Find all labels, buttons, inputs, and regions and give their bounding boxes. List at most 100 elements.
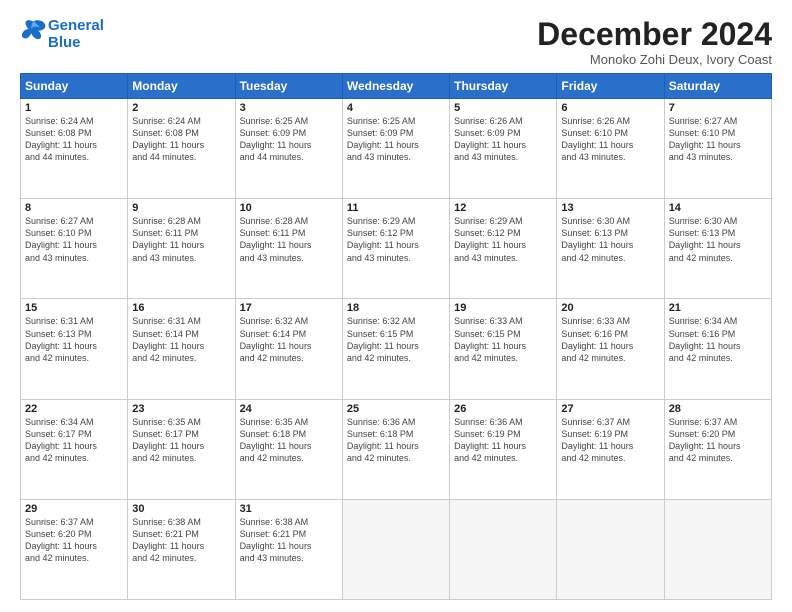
day-info: Sunrise: 6:25 AMSunset: 6:09 PMDaylight:… [347,115,445,164]
calendar-cell: 23Sunrise: 6:35 AMSunset: 6:17 PMDayligh… [128,399,235,499]
day-number: 3 [240,102,338,114]
day-number: 25 [347,403,445,415]
calendar-cell: 27Sunrise: 6:37 AMSunset: 6:19 PMDayligh… [557,399,664,499]
day-info: Sunrise: 6:33 AMSunset: 6:15 PMDaylight:… [454,315,552,364]
calendar-cell: 22Sunrise: 6:34 AMSunset: 6:17 PMDayligh… [21,399,128,499]
day-info: Sunrise: 6:35 AMSunset: 6:17 PMDaylight:… [132,416,230,465]
calendar: SundayMondayTuesdayWednesdayThursdayFrid… [20,73,772,600]
day-number: 15 [25,302,123,314]
day-of-week-wednesday: Wednesday [342,74,449,99]
calendar-cell [342,499,449,599]
calendar-week-2: 8Sunrise: 6:27 AMSunset: 6:10 PMDaylight… [21,199,772,299]
calendar-cell: 3Sunrise: 6:25 AMSunset: 6:09 PMDaylight… [235,99,342,199]
day-info: Sunrise: 6:24 AMSunset: 6:08 PMDaylight:… [132,115,230,164]
day-number: 6 [561,102,659,114]
calendar-cell: 14Sunrise: 6:30 AMSunset: 6:13 PMDayligh… [664,199,771,299]
calendar-cell: 18Sunrise: 6:32 AMSunset: 6:15 PMDayligh… [342,299,449,399]
calendar-cell [664,499,771,599]
day-info: Sunrise: 6:28 AMSunset: 6:11 PMDaylight:… [132,215,230,264]
day-info: Sunrise: 6:33 AMSunset: 6:16 PMDaylight:… [561,315,659,364]
day-number: 23 [132,403,230,415]
calendar-cell: 17Sunrise: 6:32 AMSunset: 6:14 PMDayligh… [235,299,342,399]
logo-text: GeneralBlue [48,18,104,51]
calendar-cell: 9Sunrise: 6:28 AMSunset: 6:11 PMDaylight… [128,199,235,299]
calendar-cell: 24Sunrise: 6:35 AMSunset: 6:18 PMDayligh… [235,399,342,499]
calendar-cell: 5Sunrise: 6:26 AMSunset: 6:09 PMDaylight… [450,99,557,199]
calendar-cell: 31Sunrise: 6:38 AMSunset: 6:21 PMDayligh… [235,499,342,599]
calendar-cell [450,499,557,599]
calendar-cell: 30Sunrise: 6:38 AMSunset: 6:21 PMDayligh… [128,499,235,599]
calendar-cell: 25Sunrise: 6:36 AMSunset: 6:18 PMDayligh… [342,399,449,499]
page: GeneralBlue December 2024 Monoko Zohi De… [0,0,792,612]
day-number: 21 [669,302,767,314]
day-number: 29 [25,503,123,515]
calendar-cell: 19Sunrise: 6:33 AMSunset: 6:15 PMDayligh… [450,299,557,399]
day-info: Sunrise: 6:26 AMSunset: 6:09 PMDaylight:… [454,115,552,164]
day-of-week-sunday: Sunday [21,74,128,99]
day-of-week-thursday: Thursday [450,74,557,99]
day-info: Sunrise: 6:37 AMSunset: 6:20 PMDaylight:… [669,416,767,465]
day-of-week-saturday: Saturday [664,74,771,99]
day-info: Sunrise: 6:38 AMSunset: 6:21 PMDaylight:… [240,516,338,565]
day-info: Sunrise: 6:26 AMSunset: 6:10 PMDaylight:… [561,115,659,164]
calendar-week-4: 22Sunrise: 6:34 AMSunset: 6:17 PMDayligh… [21,399,772,499]
calendar-cell: 11Sunrise: 6:29 AMSunset: 6:12 PMDayligh… [342,199,449,299]
day-number: 26 [454,403,552,415]
calendar-cell: 1Sunrise: 6:24 AMSunset: 6:08 PMDaylight… [21,99,128,199]
day-info: Sunrise: 6:25 AMSunset: 6:09 PMDaylight:… [240,115,338,164]
day-info: Sunrise: 6:34 AMSunset: 6:17 PMDaylight:… [25,416,123,465]
calendar-cell: 15Sunrise: 6:31 AMSunset: 6:13 PMDayligh… [21,299,128,399]
day-number: 9 [132,202,230,214]
day-info: Sunrise: 6:30 AMSunset: 6:13 PMDaylight:… [561,215,659,264]
calendar-cell: 20Sunrise: 6:33 AMSunset: 6:16 PMDayligh… [557,299,664,399]
day-info: Sunrise: 6:31 AMSunset: 6:13 PMDaylight:… [25,315,123,364]
day-number: 18 [347,302,445,314]
day-info: Sunrise: 6:24 AMSunset: 6:08 PMDaylight:… [25,115,123,164]
month-title: December 2024 [537,18,772,50]
day-info: Sunrise: 6:36 AMSunset: 6:19 PMDaylight:… [454,416,552,465]
calendar-cell: 28Sunrise: 6:37 AMSunset: 6:20 PMDayligh… [664,399,771,499]
calendar-cell: 10Sunrise: 6:28 AMSunset: 6:11 PMDayligh… [235,199,342,299]
day-number: 7 [669,102,767,114]
calendar-cell: 6Sunrise: 6:26 AMSunset: 6:10 PMDaylight… [557,99,664,199]
day-info: Sunrise: 6:35 AMSunset: 6:18 PMDaylight:… [240,416,338,465]
day-number: 16 [132,302,230,314]
day-number: 17 [240,302,338,314]
day-number: 11 [347,202,445,214]
day-of-week-friday: Friday [557,74,664,99]
day-info: Sunrise: 6:27 AMSunset: 6:10 PMDaylight:… [25,215,123,264]
day-number: 8 [25,202,123,214]
calendar-cell: 7Sunrise: 6:27 AMSunset: 6:10 PMDaylight… [664,99,771,199]
location: Monoko Zohi Deux, Ivory Coast [537,52,772,67]
calendar-week-1: 1Sunrise: 6:24 AMSunset: 6:08 PMDaylight… [21,99,772,199]
day-of-week-tuesday: Tuesday [235,74,342,99]
day-info: Sunrise: 6:28 AMSunset: 6:11 PMDaylight:… [240,215,338,264]
day-number: 30 [132,503,230,515]
day-info: Sunrise: 6:37 AMSunset: 6:20 PMDaylight:… [25,516,123,565]
calendar-cell: 29Sunrise: 6:37 AMSunset: 6:20 PMDayligh… [21,499,128,599]
title-area: December 2024 Monoko Zohi Deux, Ivory Co… [537,18,772,67]
day-number: 2 [132,102,230,114]
day-number: 5 [454,102,552,114]
day-number: 13 [561,202,659,214]
day-info: Sunrise: 6:38 AMSunset: 6:21 PMDaylight:… [132,516,230,565]
day-number: 14 [669,202,767,214]
day-number: 19 [454,302,552,314]
calendar-week-3: 15Sunrise: 6:31 AMSunset: 6:13 PMDayligh… [21,299,772,399]
calendar-cell: 2Sunrise: 6:24 AMSunset: 6:08 PMDaylight… [128,99,235,199]
calendar-cell: 8Sunrise: 6:27 AMSunset: 6:10 PMDaylight… [21,199,128,299]
day-info: Sunrise: 6:34 AMSunset: 6:16 PMDaylight:… [669,315,767,364]
day-number: 28 [669,403,767,415]
logo-bird-icon [20,16,48,44]
day-number: 27 [561,403,659,415]
day-info: Sunrise: 6:29 AMSunset: 6:12 PMDaylight:… [347,215,445,264]
day-info: Sunrise: 6:37 AMSunset: 6:19 PMDaylight:… [561,416,659,465]
logo: GeneralBlue [20,18,104,51]
day-info: Sunrise: 6:27 AMSunset: 6:10 PMDaylight:… [669,115,767,164]
day-info: Sunrise: 6:29 AMSunset: 6:12 PMDaylight:… [454,215,552,264]
day-info: Sunrise: 6:31 AMSunset: 6:14 PMDaylight:… [132,315,230,364]
calendar-cell: 21Sunrise: 6:34 AMSunset: 6:16 PMDayligh… [664,299,771,399]
calendar-cell: 13Sunrise: 6:30 AMSunset: 6:13 PMDayligh… [557,199,664,299]
calendar-week-5: 29Sunrise: 6:37 AMSunset: 6:20 PMDayligh… [21,499,772,599]
day-number: 20 [561,302,659,314]
